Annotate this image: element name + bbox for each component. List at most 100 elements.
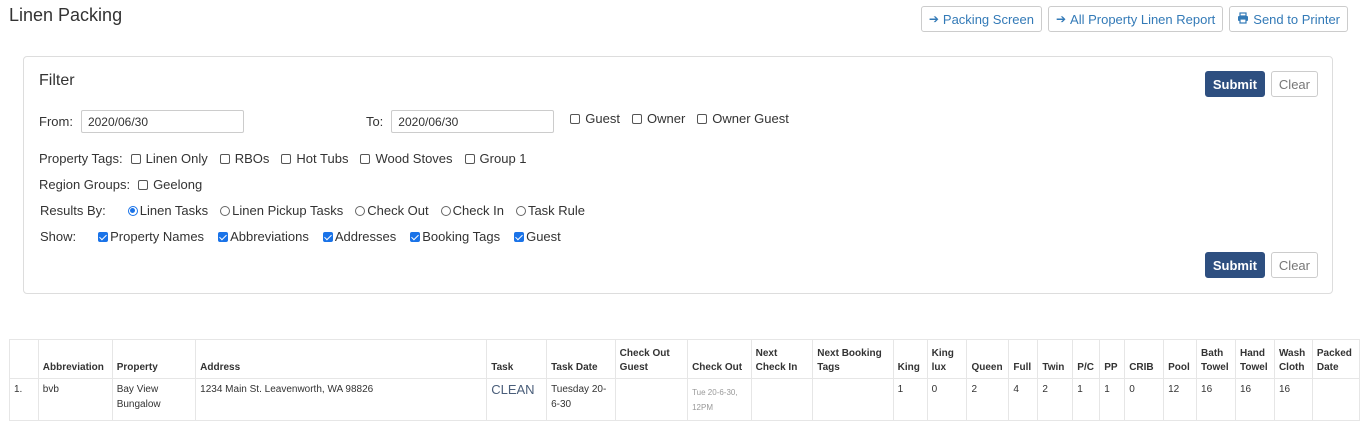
checkbox-box[interactable] bbox=[219, 153, 230, 164]
owner-guest-checkbox[interactable]: Owner Guest bbox=[697, 111, 789, 126]
show-guest-checkbox[interactable]: Guest bbox=[514, 229, 561, 244]
results-linen-tasks-radio[interactable]: Linen Tasks bbox=[127, 203, 208, 218]
cell-full: 4 bbox=[1008, 378, 1039, 421]
cell-property: Bay View Bungalow bbox=[111, 378, 197, 421]
col-header-abbreviation: Abbreviation bbox=[37, 339, 113, 379]
cell-queen: 2 bbox=[966, 378, 1010, 421]
checkbox-box[interactable] bbox=[360, 153, 371, 164]
radio-label: Task Rule bbox=[527, 203, 586, 218]
page-title: Linen Packing bbox=[9, 5, 123, 25]
col-header-queen: Queen bbox=[966, 339, 1010, 379]
results-check-in-radio[interactable]: Check In bbox=[440, 203, 504, 218]
owner-checkbox-label: Owner bbox=[646, 111, 686, 126]
results-linen-pickup-tasks-radio[interactable]: Linen Pickup Tasks bbox=[220, 203, 343, 218]
cell-pool: 12 bbox=[1163, 378, 1198, 421]
radio-label: Linen Pickup Tasks bbox=[232, 203, 344, 218]
checkbox-box[interactable] bbox=[281, 153, 292, 164]
cell-task-date: Tuesday 20-6-30 bbox=[546, 378, 616, 421]
packing-screen-button[interactable]: ➔ Packing Screen bbox=[920, 6, 1042, 32]
col-header-full: Full bbox=[1008, 339, 1039, 379]
show-abbreviations-checkbox[interactable]: Abbreviations bbox=[218, 229, 309, 244]
linen-table: Abbreviation Property Address Task Task … bbox=[9, 339, 1360, 421]
owner-checkbox[interactable]: Owner bbox=[631, 111, 686, 126]
tag-label: Wood Stoves bbox=[375, 151, 453, 166]
table-row[interactable]: 1. bvb Bay View Bungalow 1234 Main St. L… bbox=[9, 378, 1360, 421]
checkbox-box[interactable] bbox=[98, 231, 109, 242]
checkbox-box[interactable] bbox=[410, 231, 421, 242]
tag-label: Group 1 bbox=[479, 151, 527, 166]
show-option-label: Booking Tags bbox=[422, 229, 501, 244]
all-property-linen-report-label: All Property Linen Report bbox=[1070, 11, 1216, 27]
tag-linen-only-checkbox[interactable]: Linen Only bbox=[130, 151, 208, 166]
checkbox-box[interactable] bbox=[570, 113, 581, 124]
show-addresses-checkbox[interactable]: Addresses bbox=[322, 229, 397, 244]
cell-wash-cloth: 16 bbox=[1273, 378, 1313, 421]
all-property-linen-report-button[interactable]: ➔ All Property Linen Report bbox=[1047, 6, 1224, 32]
results-by-row: Results By: Linen Tasks Linen Pickup Tas… bbox=[40, 203, 597, 218]
submit-button-bottom[interactable]: Submit bbox=[1204, 252, 1265, 278]
results-check-out-radio[interactable]: Check Out bbox=[355, 203, 429, 218]
cell-hand-towel: 16 bbox=[1235, 378, 1275, 421]
tag-label: Hot Tubs bbox=[296, 151, 349, 166]
radio-dot[interactable] bbox=[220, 205, 231, 216]
radio-dot[interactable] bbox=[515, 205, 526, 216]
col-header-king: King bbox=[892, 339, 928, 379]
col-header-pc: P/C bbox=[1072, 339, 1101, 379]
results-by-label: Results By: bbox=[40, 203, 106, 218]
guest-checkbox[interactable]: Guest bbox=[570, 111, 620, 126]
top-toolbar: ➔ Packing Screen ➔ All Property Linen Re… bbox=[920, 6, 1348, 32]
row-number: 1. bbox=[9, 378, 39, 421]
col-header-pp: PP bbox=[1099, 339, 1126, 379]
tag-hot-tubs-checkbox[interactable]: Hot Tubs bbox=[281, 151, 348, 166]
checkbox-box[interactable] bbox=[697, 113, 708, 124]
checkbox-box[interactable] bbox=[130, 153, 141, 164]
tag-group-1-checkbox[interactable]: Group 1 bbox=[464, 151, 527, 166]
cell-check-out: Tue 20-6-30, 12PM bbox=[687, 378, 752, 421]
filter-title: Filter bbox=[39, 72, 75, 89]
cell-crib: 0 bbox=[1124, 378, 1165, 421]
region-geelong-checkbox[interactable]: Geelong bbox=[138, 177, 202, 192]
arrow-right-icon: ➔ bbox=[1055, 12, 1067, 26]
col-header-num bbox=[9, 339, 39, 379]
send-to-printer-button[interactable]: Send to Printer bbox=[1229, 6, 1348, 32]
cell-twin: 2 bbox=[1037, 378, 1074, 421]
checkbox-box[interactable] bbox=[218, 231, 229, 242]
show-booking-tags-checkbox[interactable]: Booking Tags bbox=[410, 229, 500, 244]
col-header-next-booking-tags: Next Booking Tags bbox=[812, 339, 894, 379]
submit-button-top[interactable]: Submit bbox=[1204, 71, 1265, 97]
checkbox-box[interactable] bbox=[514, 231, 525, 242]
guest-checkbox-label: Guest bbox=[585, 111, 620, 126]
filter-top-actions: Submit Clear bbox=[1204, 71, 1318, 97]
show-property-names-checkbox[interactable]: Property Names bbox=[98, 229, 204, 244]
checkbox-box[interactable] bbox=[138, 179, 149, 190]
radio-dot[interactable] bbox=[127, 205, 138, 216]
to-date-input[interactable] bbox=[391, 110, 555, 133]
checkbox-box[interactable] bbox=[322, 231, 333, 242]
packing-screen-label: Packing Screen bbox=[942, 11, 1034, 27]
col-header-check-out-guest: Check Out Guest bbox=[614, 339, 689, 379]
property-tags-label: Property Tags: bbox=[39, 151, 123, 166]
checkbox-box[interactable] bbox=[631, 113, 642, 124]
checkbox-box[interactable] bbox=[464, 153, 475, 164]
from-label: From: bbox=[39, 114, 73, 129]
col-header-king-lux: King lux bbox=[926, 339, 968, 379]
tag-rbos-checkbox[interactable]: RBOs bbox=[219, 151, 269, 166]
clear-button-top[interactable]: Clear bbox=[1270, 71, 1318, 97]
cell-address: 1234 Main St. Leavenworth, WA 98826 bbox=[195, 378, 488, 421]
clear-button-bottom[interactable]: Clear bbox=[1270, 252, 1318, 278]
col-header-check-out: Check Out bbox=[687, 339, 752, 379]
radio-dot[interactable] bbox=[355, 205, 366, 216]
cell-abbreviation: bvb bbox=[37, 378, 113, 421]
from-date-input[interactable] bbox=[80, 110, 244, 133]
results-task-rule-radio[interactable]: Task Rule bbox=[515, 203, 586, 218]
cell-pp: 1 bbox=[1099, 378, 1126, 421]
show-label: Show: bbox=[40, 229, 77, 244]
owner-guest-checkbox-label: Owner Guest bbox=[712, 111, 789, 126]
tag-wood-stoves-checkbox[interactable]: Wood Stoves bbox=[360, 151, 453, 166]
col-header-packed-date: Packed Date bbox=[1311, 339, 1360, 379]
radio-label: Check Out bbox=[367, 203, 429, 218]
send-to-printer-label: Send to Printer bbox=[1253, 11, 1340, 27]
radio-dot[interactable] bbox=[440, 205, 451, 216]
show-row: Show: Property Names Abbreviations Addre… bbox=[40, 229, 575, 244]
show-option-label: Addresses bbox=[334, 229, 397, 244]
